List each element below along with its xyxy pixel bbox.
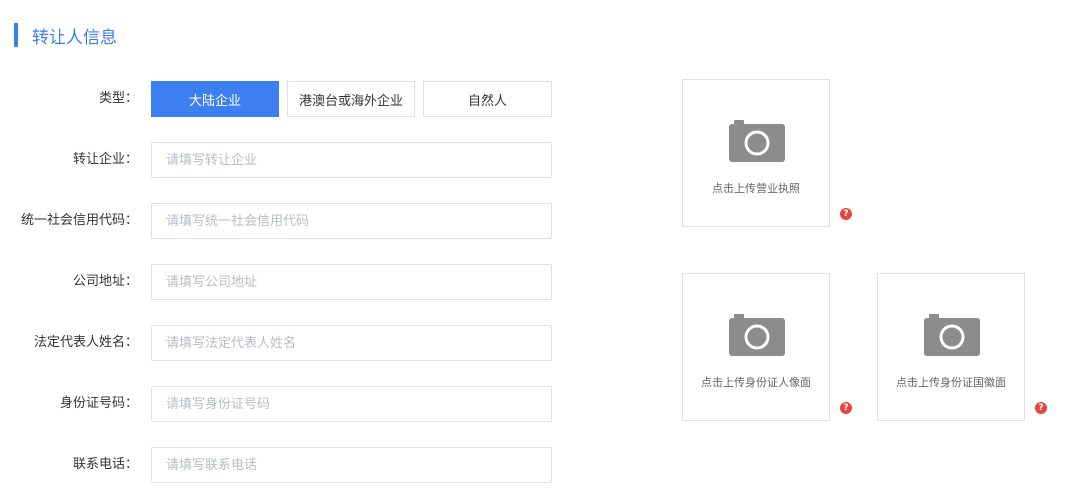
legal-rep-input[interactable] (151, 325, 552, 361)
camera-icon (729, 314, 785, 356)
phone-row: 联系电话： (0, 447, 560, 483)
type-row: 类型： 大陆企业 港澳台或海外企业 自然人 (0, 81, 560, 117)
upload-business-license[interactable]: 点击上传营业执照 (682, 79, 830, 227)
company-row: 转让企业： (0, 142, 560, 178)
credit-code-row: 统一社会信用代码： (0, 203, 560, 239)
section-title: 转让人信息 (32, 27, 117, 48)
section-accent-bar (14, 23, 18, 47)
phone-input[interactable] (151, 447, 552, 483)
camera-icon (924, 314, 980, 356)
address-input[interactable] (151, 264, 552, 300)
type-option-mainland[interactable]: 大陆企业 (151, 81, 279, 117)
legal-rep-row: 法定代表人姓名： (0, 325, 560, 361)
type-label: 类型： (98, 91, 138, 106)
company-label: 转让企业： (72, 152, 138, 167)
upload-id-back[interactable]: 点击上传身份证国徽面 (877, 273, 1025, 421)
id-number-input[interactable] (151, 386, 552, 422)
address-row: 公司地址： (0, 264, 560, 300)
company-input[interactable] (151, 142, 552, 178)
help-icon[interactable]: ? (840, 208, 852, 220)
id-number-label: 身份证号码： (59, 396, 138, 411)
phone-label: 联系电话： (72, 457, 138, 472)
upload-id-front-text: 点击上传身份证人像面 (701, 376, 811, 389)
camera-icon (729, 120, 785, 162)
upload-business-license-text: 点击上传营业执照 (712, 182, 800, 195)
address-label: 公司地址： (72, 274, 138, 289)
upload-id-front[interactable]: 点击上传身份证人像面 (682, 273, 830, 421)
help-icon[interactable]: ? (840, 402, 852, 414)
type-option-individual[interactable]: 自然人 (423, 81, 552, 117)
legal-rep-label: 法定代表人姓名： (33, 335, 138, 350)
type-option-hk-macao-tw-overseas[interactable]: 港澳台或海外企业 (287, 81, 415, 117)
id-number-row: 身份证号码： (0, 386, 560, 422)
credit-code-label: 统一社会信用代码： (20, 213, 138, 228)
help-icon[interactable]: ? (1035, 402, 1047, 414)
section-header: 转让人信息 (14, 22, 117, 48)
credit-code-input[interactable] (151, 203, 552, 239)
upload-id-back-text: 点击上传身份证国徽面 (896, 376, 1006, 389)
